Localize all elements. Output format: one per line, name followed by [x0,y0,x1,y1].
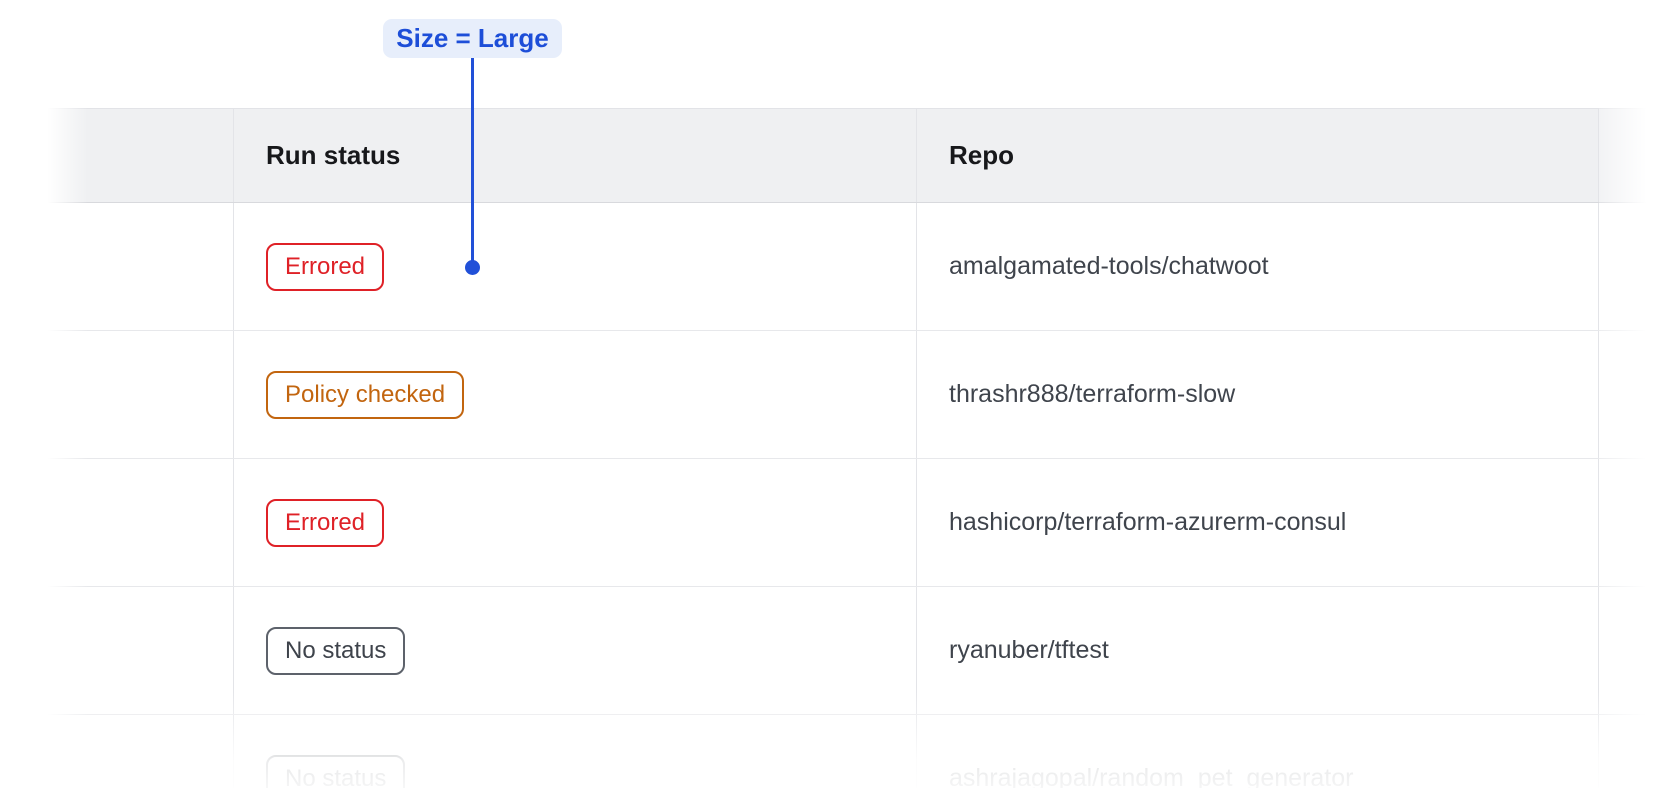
header-cell-run-status: Run status [233,109,916,202]
repo-cell-text: ryanuber/tftest [949,636,1109,665]
row-gutter-cell [48,715,233,788]
table-row[interactable]: No status ryanuber/tftest [48,587,1672,715]
table-body: Errored amalgamated-tools/chatwoot Polic… [48,203,1672,788]
row-repo-cell: ashrajagopal/random_pet_generator [916,715,1598,788]
table-header-row: Run status Repo [48,108,1672,203]
screenshot-canvas: Run status Repo Errored amalgamated-tool… [0,0,1672,788]
callout-pointer-line [471,58,474,267]
header-cell-peek [1598,109,1672,202]
row-gutter-cell [48,459,233,586]
run-status-column-label: Run status [266,140,400,171]
repo-cell-text: hashicorp/terraform-azurerm-consul [949,508,1346,537]
row-status-cell: Errored [233,459,916,586]
row-gutter-cell [48,331,233,458]
row-status-cell: No status [233,587,916,714]
row-peek-cell [1598,331,1672,458]
runs-table: Run status Repo Errored amalgamated-tool… [48,108,1672,788]
status-badge: Errored [266,243,384,291]
status-badge: No status [266,755,405,788]
table-row[interactable]: Errored amalgamated-tools/chatwoot [48,203,1672,331]
repo-cell-text: amalgamated-tools/chatwoot [949,252,1269,281]
status-badge: Policy checked [266,371,464,419]
row-status-cell: Errored [233,203,916,330]
table-row[interactable]: No status ashrajagopal/random_pet_genera… [48,715,1672,788]
repo-cell-text: thrashr888/terraform-slow [949,380,1235,409]
header-cell-gutter [48,109,233,202]
row-peek-cell [1598,203,1672,330]
table-row[interactable]: Policy checked thrashr888/terraform-slow [48,331,1672,459]
row-repo-cell: ryanuber/tftest [916,587,1598,714]
row-status-cell: Policy checked [233,331,916,458]
callout-pointer-dot [465,260,480,275]
table-row[interactable]: Errored hashicorp/terraform-azurerm-cons… [48,459,1672,587]
row-repo-cell: hashicorp/terraform-azurerm-consul [916,459,1598,586]
row-gutter-cell [48,587,233,714]
row-peek-cell [1598,459,1672,586]
status-badge: Errored [266,499,384,547]
header-cell-repo: Repo [916,109,1598,202]
row-gutter-cell [48,203,233,330]
row-repo-cell: thrashr888/terraform-slow [916,331,1598,458]
repo-cell-text: ashrajagopal/random_pet_generator [949,764,1353,788]
row-repo-cell: amalgamated-tools/chatwoot [916,203,1598,330]
row-status-cell: No status [233,715,916,788]
row-peek-cell [1598,587,1672,714]
status-badge: No status [266,627,405,675]
size-large-callout: Size = Large [383,19,562,58]
repo-column-label: Repo [949,140,1014,171]
row-peek-cell [1598,715,1672,788]
